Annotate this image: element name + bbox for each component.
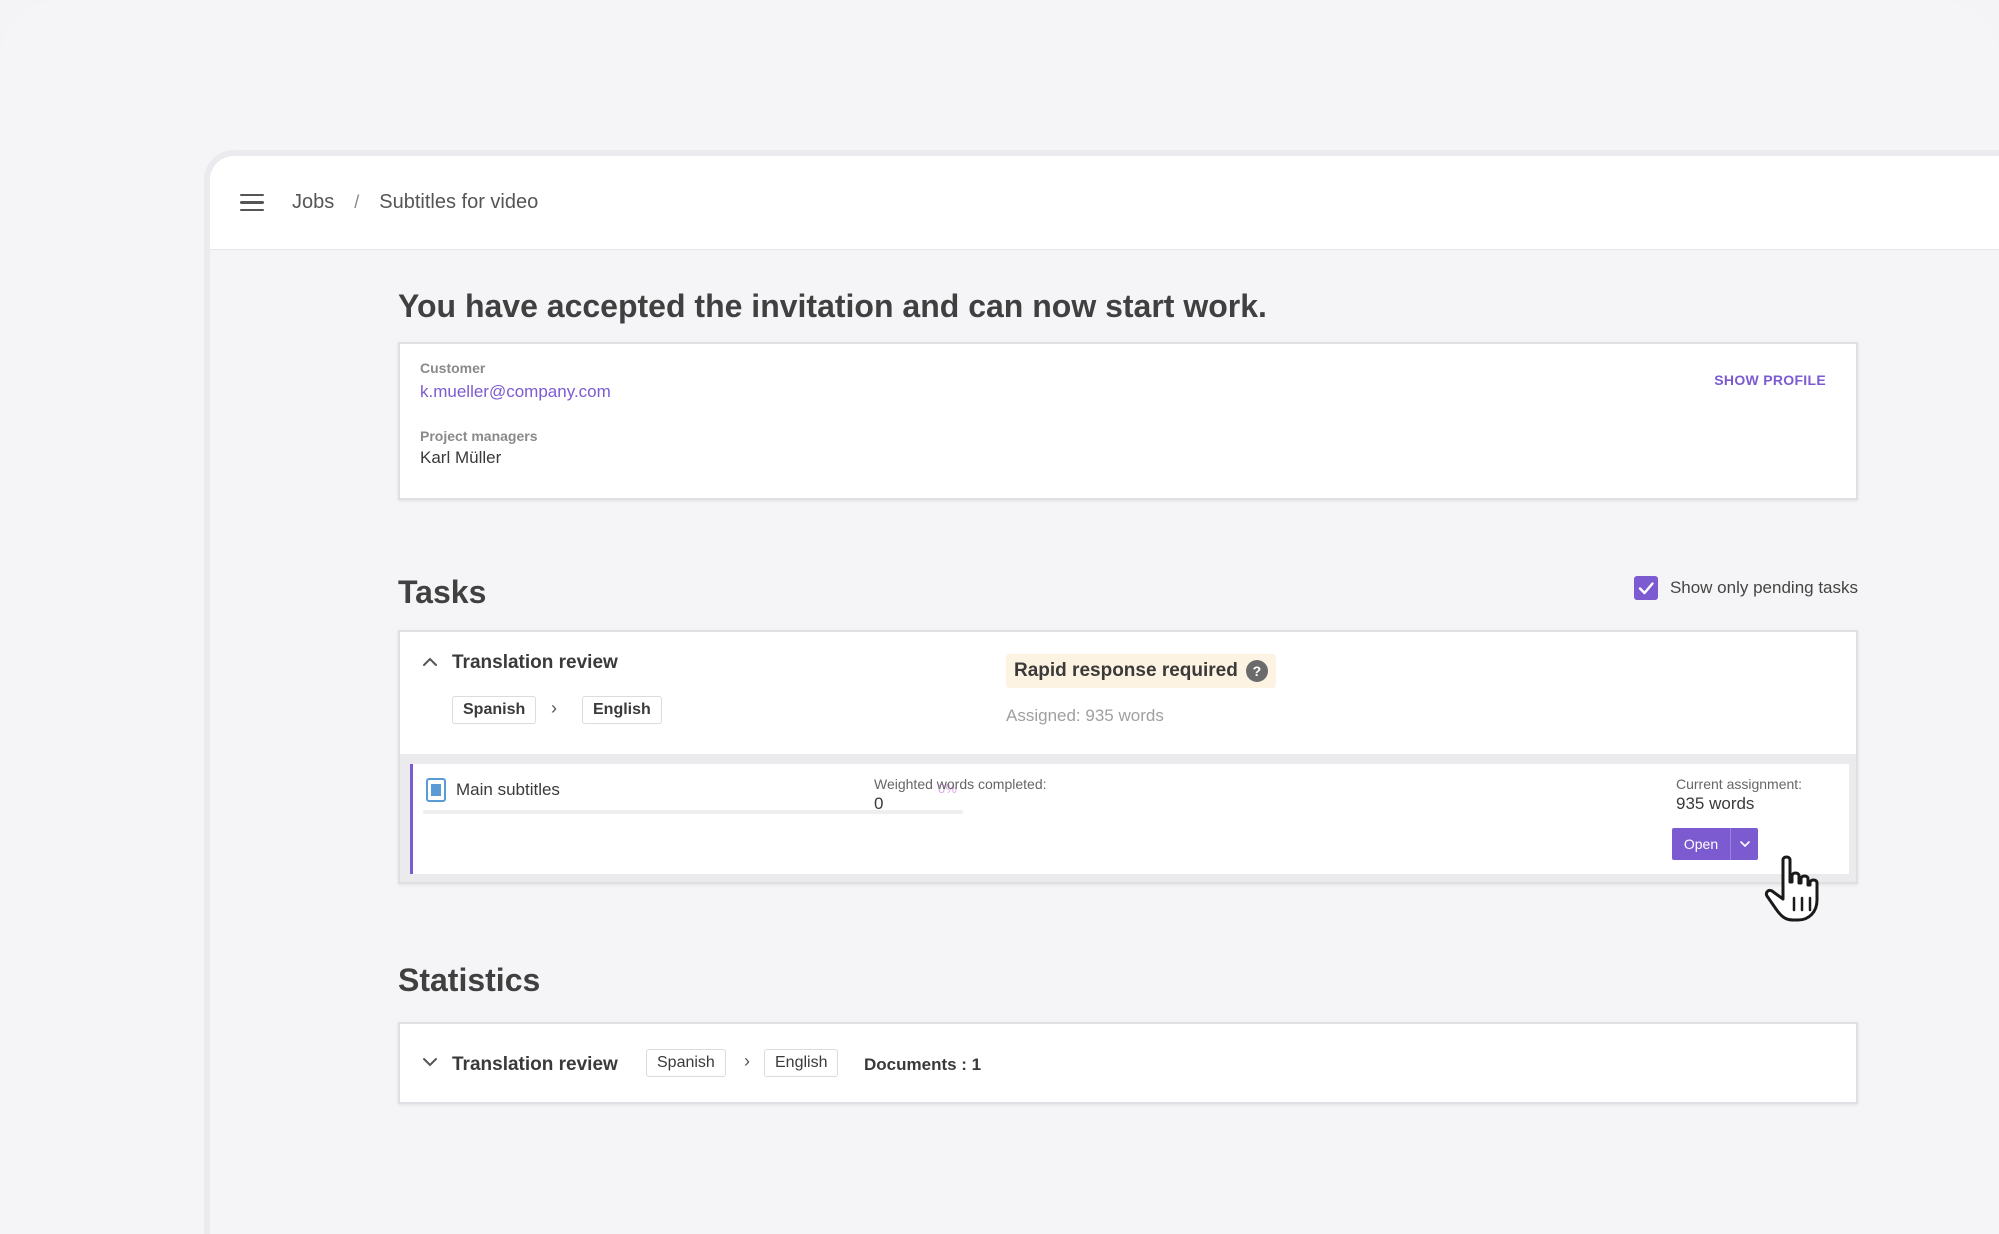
- current-assignment-value: 935 words: [1676, 794, 1755, 813]
- hand-cursor-icon: [1764, 855, 1819, 922]
- statistics-card: Translation review Spanish › English Doc…: [398, 1022, 1858, 1104]
- project-manager-name: Karl Müller: [420, 448, 502, 467]
- customer-card: Customer k.mueller@company.com Project m…: [398, 342, 1858, 500]
- pending-tasks-label: Show only pending tasks: [1669, 578, 1858, 597]
- documents-count: Documents : 1: [864, 1055, 982, 1074]
- open-split-button: Open: [1672, 828, 1758, 860]
- statistics-language-arrow: ›: [744, 1051, 750, 1071]
- document-icon: [426, 778, 446, 802]
- project-managers-label: Project managers: [420, 428, 538, 444]
- rapid-response-badge: Rapid response required ?: [1006, 654, 1276, 688]
- help-icon[interactable]: ?: [1245, 660, 1268, 682]
- document-name[interactable]: Main subtitles: [456, 780, 560, 800]
- chevron-down-icon[interactable]: [420, 1052, 440, 1072]
- breadcrumb-current: Subtitles for video: [379, 191, 539, 213]
- tasks-title: Tasks: [398, 574, 487, 610]
- chevron-down-icon: [1739, 841, 1750, 847]
- pending-checkbox[interactable]: [1633, 576, 1658, 600]
- assigned-words: Assigned: 935 words: [1006, 706, 1164, 725]
- weighted-words-value: 0: [874, 794, 884, 813]
- source-language-tag: Spanish: [452, 696, 537, 724]
- task-header: Translation review Spanish › English Rap…: [400, 632, 1856, 754]
- customer-email-link[interactable]: k.mueller@company.com: [420, 382, 611, 402]
- breadcrumb-jobs[interactable]: Jobs: [292, 191, 334, 214]
- breadcrumb-separator: /: [354, 192, 360, 212]
- open-button[interactable]: Open: [1672, 828, 1730, 860]
- hamburger-menu-icon[interactable]: [240, 193, 264, 212]
- current-assignment-label: Current assignment:: [1676, 776, 1803, 792]
- weighted-words-label: Weighted words completed:: [874, 776, 1047, 792]
- customer-label: Customer: [420, 360, 486, 376]
- app-window: Jobs / Subtitles for video You have acce…: [204, 150, 1999, 1234]
- task-card: Translation review Spanish › English Rap…: [398, 630, 1858, 884]
- show-profile-button[interactable]: SHOW PROFILE: [1714, 372, 1826, 388]
- chevron-up-icon[interactable]: [420, 652, 440, 672]
- page-title: You have accepted the invitation and can…: [398, 288, 1267, 324]
- document-row: Main subtitles 0% Weighted words complet…: [410, 764, 1849, 874]
- language-arrow-icon: ›: [551, 698, 557, 718]
- statistics-target-language: English: [764, 1049, 839, 1077]
- target-language-tag: English: [582, 696, 662, 724]
- checkmark-icon: [1638, 582, 1654, 595]
- pending-tasks-toggle[interactable]: Show only pending tasks: [1633, 576, 1858, 600]
- open-dropdown-caret[interactable]: [1730, 828, 1758, 860]
- rapid-response-label: Rapid response required: [1014, 660, 1238, 681]
- statistics-source-language: Spanish: [646, 1049, 726, 1077]
- statistics-title: Statistics: [398, 962, 541, 998]
- statistics-task-name: Translation review: [452, 1054, 618, 1075]
- top-bar: Jobs / Subtitles for video: [210, 156, 1999, 250]
- task-name: Translation review: [452, 652, 618, 673]
